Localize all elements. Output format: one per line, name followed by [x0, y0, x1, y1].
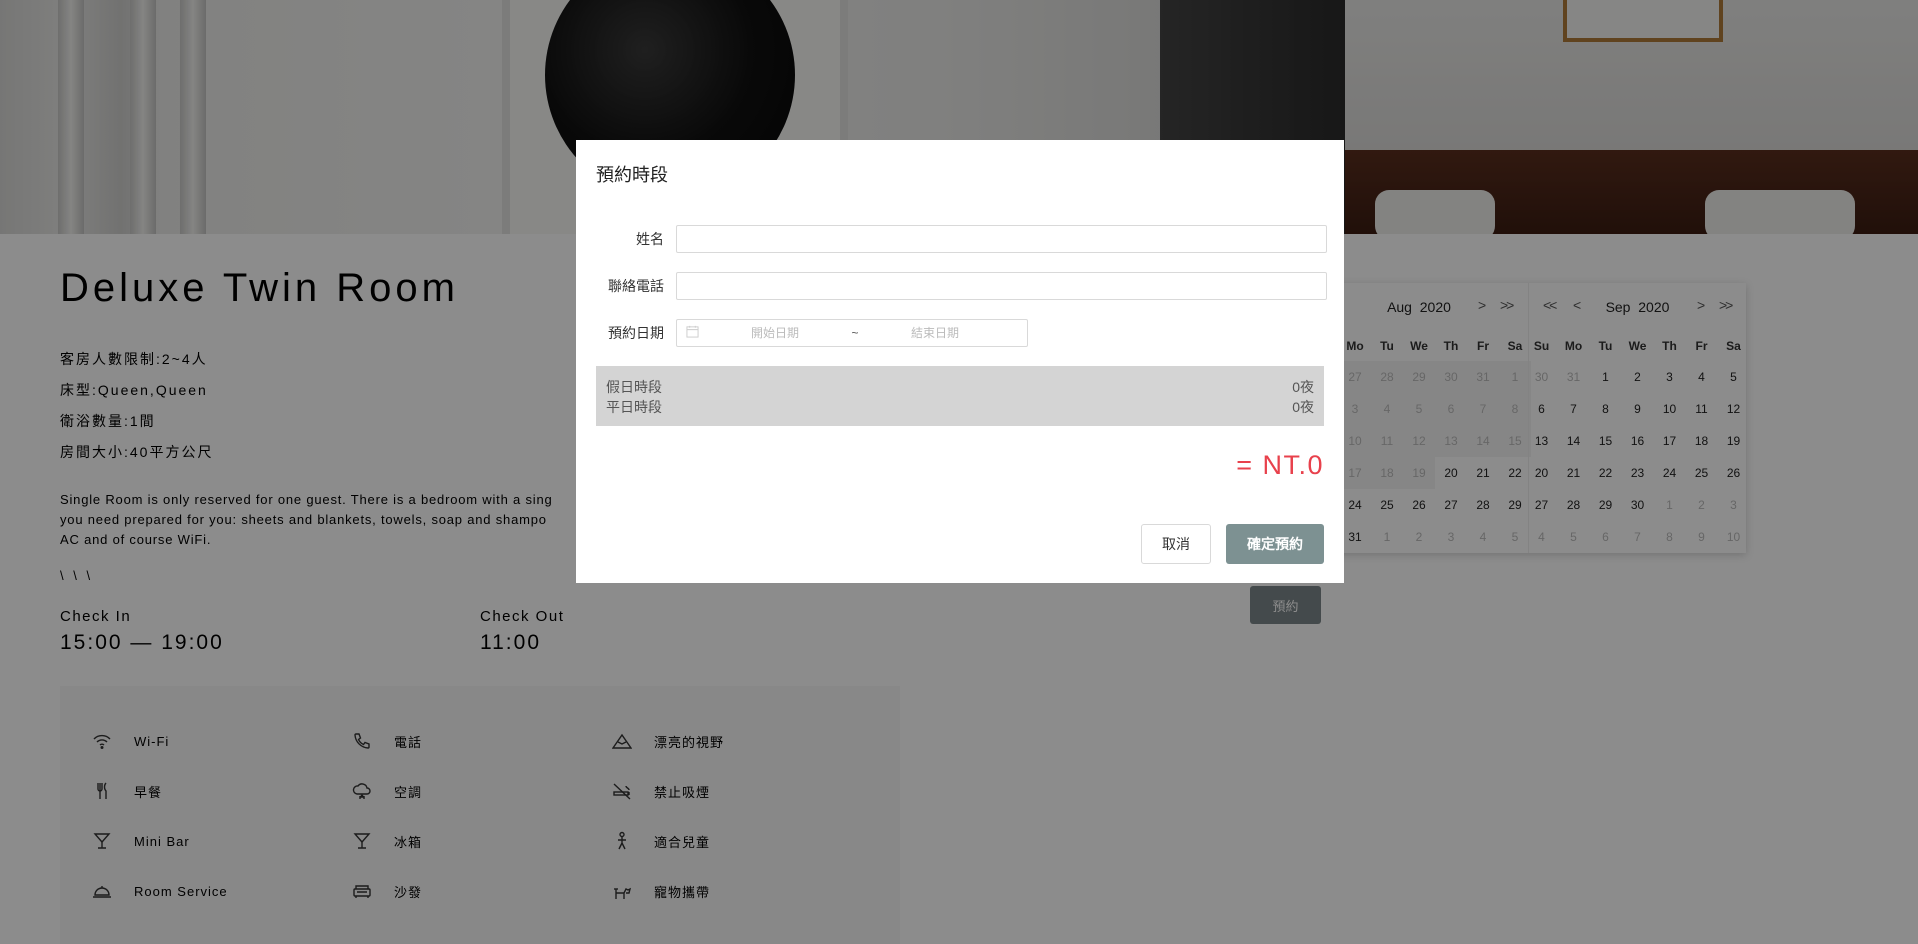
- name-input[interactable]: [676, 225, 1327, 253]
- holiday-value: 0夜: [1292, 379, 1314, 395]
- modal-title: 預約時段: [596, 165, 668, 185]
- weekday-label: 平日時段: [606, 399, 662, 415]
- cancel-button[interactable]: 取消: [1141, 524, 1211, 564]
- booking-modal: 預約時段 姓名 聯絡電話 預約日期 ~ 假日時段 0夜 平日時段 0夜 = NT…: [576, 140, 1344, 583]
- phone-label: 聯絡電話: [608, 278, 664, 294]
- calendar-icon: [677, 325, 707, 341]
- date-range-picker[interactable]: ~: [676, 319, 1028, 347]
- holiday-row: 假日時段 0夜: [606, 377, 1314, 397]
- end-date-input[interactable]: [867, 321, 1003, 345]
- phone-input[interactable]: [676, 272, 1327, 300]
- date-label: 預約日期: [608, 325, 664, 341]
- weekday-value: 0夜: [1292, 399, 1314, 415]
- date-row: 預約日期 ~: [596, 319, 1028, 347]
- name-label: 姓名: [636, 231, 664, 247]
- range-separator: ~: [851, 326, 859, 340]
- phone-row: 聯絡電話: [596, 272, 1327, 300]
- start-date-input[interactable]: [707, 321, 843, 345]
- confirm-booking-button[interactable]: 確定預約: [1226, 524, 1324, 564]
- nights-summary: 假日時段 0夜 平日時段 0夜: [596, 366, 1324, 426]
- holiday-label: 假日時段: [606, 379, 662, 395]
- total-price: = NT.0: [1236, 450, 1324, 480]
- name-row: 姓名: [596, 225, 1327, 253]
- weekday-row: 平日時段 0夜: [606, 397, 1314, 417]
